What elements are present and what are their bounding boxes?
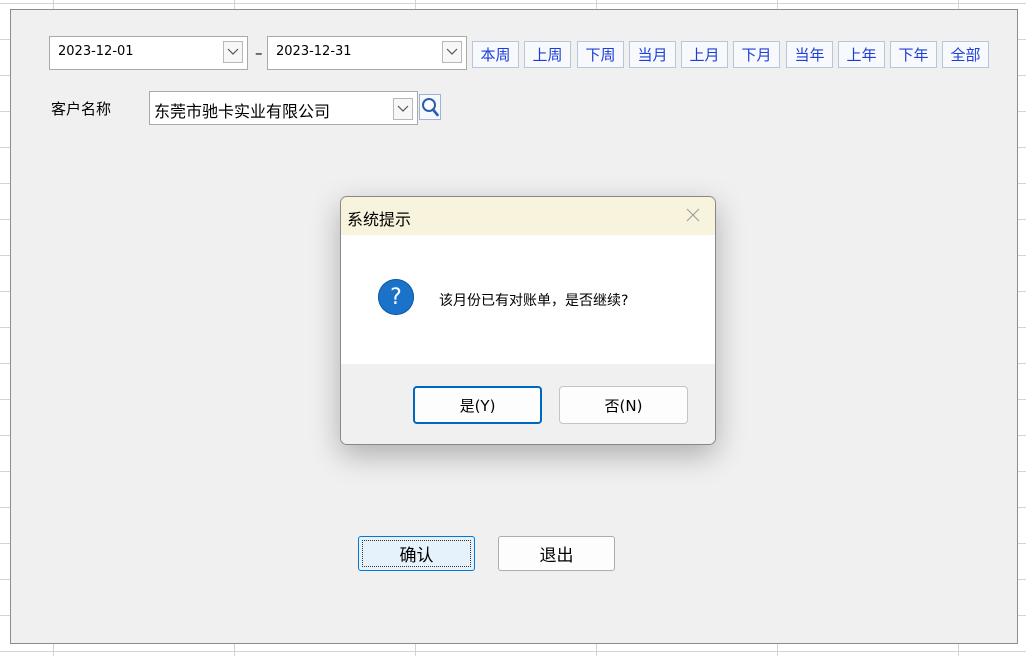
date-range-separator: –: [255, 44, 263, 62]
end-date-picker[interactable]: 2023-12-31: [267, 36, 467, 70]
focus-indicator: [362, 540, 471, 567]
customer-name-label: 客户名称: [51, 100, 112, 118]
last-year-button[interactable]: 上年: [838, 41, 885, 68]
dialog-body: ? 该月份已有对账单，是否继续?: [341, 235, 715, 364]
this-year-button[interactable]: 当年: [786, 41, 833, 68]
customer-name-value: 东莞市驰卡实业有限公司: [154, 102, 331, 121]
next-week-button[interactable]: 下周: [577, 41, 624, 68]
dialog-message: 该月份已有对账单，是否继续?: [439, 293, 629, 309]
confirm-button[interactable]: 确认: [358, 536, 475, 571]
start-date-picker[interactable]: 2023-12-01: [49, 36, 248, 70]
no-button-label: 否(N): [604, 396, 643, 415]
start-date-dropdown-button[interactable]: [223, 41, 243, 63]
dialog-button-bar: 是(Y) 否(N): [341, 364, 715, 444]
next-month-button[interactable]: 下月: [733, 41, 780, 68]
last-month-button[interactable]: 上月: [681, 41, 728, 68]
customer-name-combobox[interactable]: 东莞市驰卡实业有限公司: [149, 91, 418, 125]
exit-button-label: 退出: [539, 546, 574, 566]
chevron-down-icon: [446, 48, 458, 55]
next-year-button[interactable]: 下年: [890, 41, 937, 68]
chevron-down-icon: [227, 48, 239, 55]
exit-button[interactable]: 退出: [498, 536, 615, 571]
dialog-title: 系统提示: [347, 210, 412, 229]
yes-button[interactable]: 是(Y): [413, 386, 542, 424]
this-month-button[interactable]: 当月: [629, 41, 676, 68]
question-icon-glyph: ?: [390, 284, 402, 310]
last-week-button[interactable]: 上周: [524, 41, 571, 68]
search-icon[interactable]: [419, 94, 441, 120]
customer-dropdown-button[interactable]: [393, 98, 413, 120]
chevron-down-icon: [397, 105, 409, 112]
yes-button-label: 是(Y): [459, 396, 496, 415]
dialog-titlebar: 系统提示: [341, 197, 715, 235]
system-prompt-dialog: 系统提示 ? 该月份已有对账单，是否继续? 是(Y) 否(N): [340, 196, 716, 445]
no-button[interactable]: 否(N): [559, 386, 688, 424]
close-icon[interactable]: [684, 206, 702, 224]
end-date-dropdown-button[interactable]: [442, 41, 462, 63]
this-week-button[interactable]: 本周: [472, 41, 519, 68]
all-dates-button[interactable]: 全部: [942, 41, 989, 68]
end-date-value: 2023-12-31: [276, 44, 352, 59]
question-icon: ?: [378, 279, 414, 315]
start-date-value: 2023-12-01: [58, 44, 134, 59]
